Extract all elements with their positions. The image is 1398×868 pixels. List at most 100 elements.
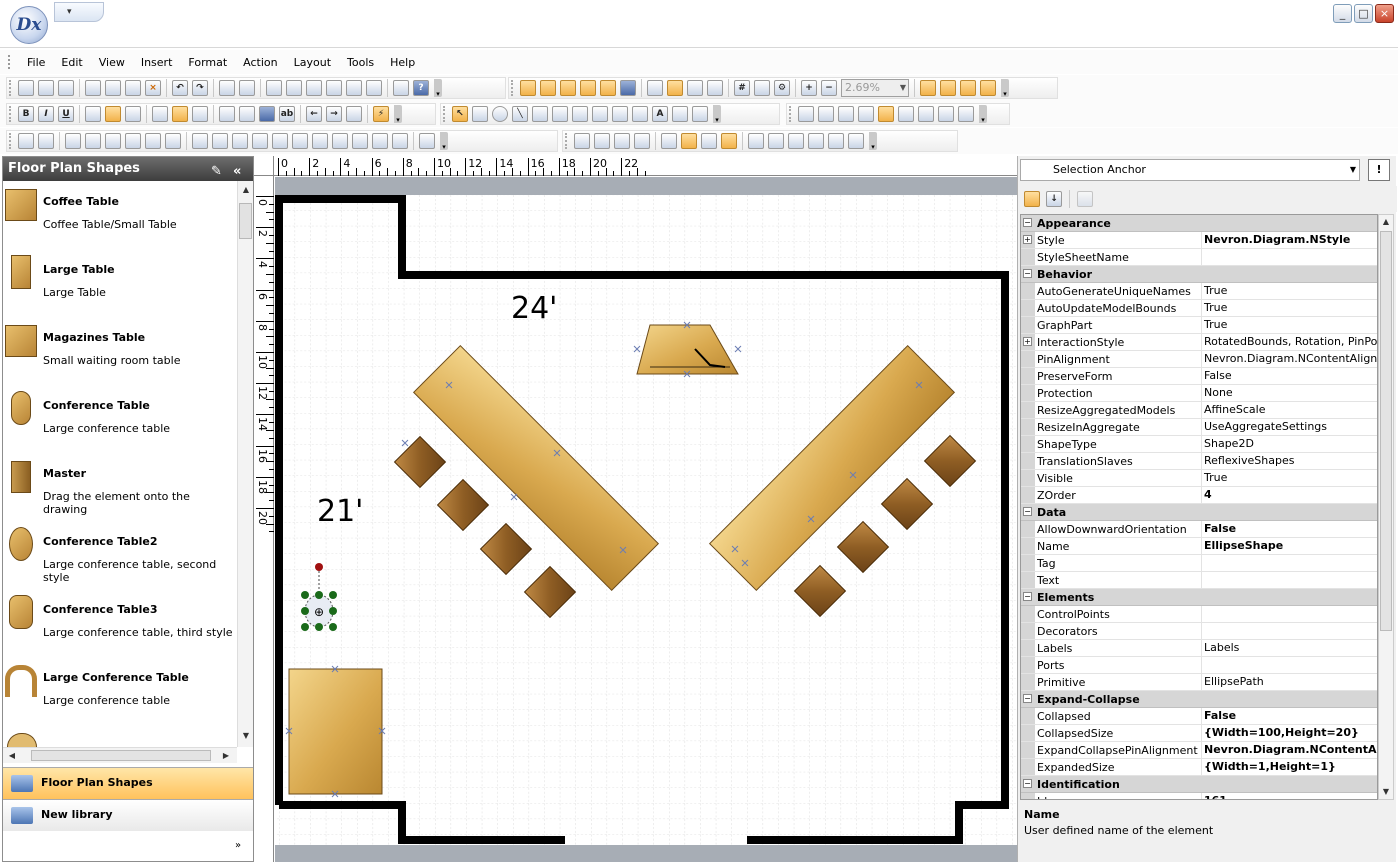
property-row[interactable]: StyleSheetName	[1021, 249, 1377, 266]
export-vml-icon[interactable]	[346, 80, 362, 96]
property-value[interactable]: True	[1201, 470, 1377, 486]
property-row[interactable]: Tag	[1021, 555, 1377, 572]
toolbar-overflow-3[interactable]: ▾	[394, 105, 402, 124]
property-row[interactable]: Ports	[1021, 657, 1377, 674]
vspace-decrease-icon[interactable]	[352, 133, 368, 149]
property-value[interactable]	[1201, 657, 1377, 673]
property-row[interactable]: ExpandCollapsePinAlignment Nevron.Diagram…	[1021, 742, 1377, 759]
valign-middle-icon[interactable]	[172, 106, 188, 122]
property-category[interactable]: − Identification	[1021, 776, 1377, 793]
print-icon[interactable]	[219, 80, 235, 96]
vspace-increase-icon[interactable]	[332, 133, 348, 149]
property-row[interactable]: Name EllipseShape	[1021, 538, 1377, 555]
export-svg-icon[interactable]	[306, 80, 322, 96]
shape-item[interactable]: Conference Table2 Large conference table…	[3, 521, 237, 589]
redo-icon[interactable]: ↷	[192, 80, 208, 96]
center-horiz-icon[interactable]	[372, 133, 388, 149]
library-hscroll-thumb[interactable]	[31, 750, 211, 761]
view-open-icon[interactable]	[818, 106, 834, 122]
toolbar-overflow-5[interactable]: ▾	[979, 105, 987, 124]
close-button[interactable]: ×	[1375, 4, 1394, 23]
lightning-icon[interactable]: ⚡	[373, 106, 389, 122]
gear-icon[interactable]: ⚙	[774, 80, 790, 96]
property-value[interactable]: 161	[1201, 793, 1377, 799]
make-same-size-icon[interactable]	[232, 133, 248, 149]
ungroup-icon[interactable]	[38, 133, 54, 149]
property-value[interactable]: None	[1201, 385, 1377, 401]
property-value[interactable]	[1201, 555, 1377, 571]
property-row[interactable]: Text	[1021, 572, 1377, 589]
export-image-icon[interactable]	[266, 80, 282, 96]
property-row[interactable]: AllowDownwardOrientation False	[1021, 521, 1377, 538]
view-new-icon[interactable]	[798, 106, 814, 122]
property-category[interactable]: − Elements	[1021, 589, 1377, 606]
expand-icon[interactable]: +	[1023, 337, 1032, 346]
panel-pan-icon[interactable]	[898, 106, 914, 122]
closed-curve-tool-icon[interactable]	[612, 106, 628, 122]
library-hscroll[interactable]: ◀ ▶	[3, 747, 237, 763]
property-row[interactable]: ControlPoints	[1021, 606, 1377, 623]
property-value[interactable]: Nevron.Diagram.NContentAlignm	[1201, 742, 1377, 758]
view-save-icon[interactable]	[838, 106, 854, 122]
make-same-height-icon[interactable]	[212, 133, 228, 149]
property-category[interactable]: − Behavior	[1021, 266, 1377, 283]
menu-layout[interactable]: Layout	[286, 56, 339, 69]
text-style-icon[interactable]: ab	[279, 106, 295, 122]
property-row[interactable]: Collapsed False	[1021, 708, 1377, 725]
property-category[interactable]: − Appearance	[1021, 215, 1377, 232]
paste-icon[interactable]	[125, 80, 141, 96]
rotate-right-icon[interactable]	[634, 133, 650, 149]
expand-icon[interactable]: +	[1023, 235, 1032, 244]
align-center-icon[interactable]	[105, 106, 121, 122]
property-row[interactable]: PinAlignment Nevron.Diagram.NContentAlign…	[1021, 351, 1377, 368]
property-row[interactable]: Primitive EllipsePath	[1021, 674, 1377, 691]
selected-object-combo[interactable]: Selection Anchor	[1020, 159, 1360, 181]
property-scrollbar[interactable]: ▲ ▼	[1378, 214, 1394, 800]
expand-tabs-icon[interactable]: »	[235, 840, 241, 851]
fit-page-icon[interactable]	[960, 80, 976, 96]
shape-item[interactable]: Conference Table Large conference table	[3, 385, 237, 453]
menu-file[interactable]: File	[19, 56, 53, 69]
property-value[interactable]: {Width=100,Height=20}	[1201, 725, 1377, 741]
restore-button[interactable]: □	[1354, 4, 1373, 23]
save-icon[interactable]	[58, 80, 74, 96]
auto-layout-icon[interactable]	[419, 133, 435, 149]
center-vert-icon[interactable]	[392, 133, 408, 149]
menu-edit[interactable]: Edit	[53, 56, 90, 69]
property-row[interactable]: + Style Nevron.Diagram.NStyle	[1021, 232, 1377, 249]
snap-icon[interactable]	[580, 80, 596, 96]
property-value[interactable]: 4	[1201, 487, 1377, 503]
property-row[interactable]: Decorators	[1021, 623, 1377, 640]
menu-insert[interactable]: Insert	[133, 56, 181, 69]
library-scroll-thumb[interactable]	[239, 203, 252, 239]
open-folder-icon[interactable]	[38, 80, 54, 96]
cut-icon[interactable]	[85, 80, 101, 96]
pan-icon[interactable]	[920, 80, 936, 96]
align-middles-icon[interactable]	[145, 133, 161, 149]
grid-settings-icon[interactable]: #	[734, 80, 750, 96]
underline-icon[interactable]: U	[58, 106, 74, 122]
panel-status-icon[interactable]	[958, 106, 974, 122]
alphabetical-icon[interactable]: ↓	[1046, 191, 1062, 207]
property-value[interactable]	[1201, 249, 1377, 265]
property-value[interactable]: True	[1201, 300, 1377, 316]
view-props-icon[interactable]	[858, 106, 874, 122]
property-category[interactable]: − Expand-Collapse	[1021, 691, 1377, 708]
polygon-tool-icon[interactable]	[592, 106, 608, 122]
zoom-out-icon[interactable]: −	[821, 80, 837, 96]
property-value[interactable]: False	[1201, 521, 1377, 537]
property-grid[interactable]: − Appearance + Style Nevron.Diagram.NStyle St…	[1020, 214, 1378, 800]
rectangle-tool-icon[interactable]	[472, 106, 488, 122]
property-row[interactable]: + InteractionStyle RotatedBounds, Rotation…	[1021, 334, 1377, 351]
shadow-icon[interactable]	[259, 106, 275, 122]
property-value[interactable]: True	[1201, 317, 1377, 333]
help-icon[interactable]: ?	[413, 80, 429, 96]
property-scroll-thumb[interactable]	[1380, 231, 1392, 631]
quick-access-toolbar[interactable]: ▾	[54, 2, 104, 22]
space-increase-icon[interactable]	[272, 133, 288, 149]
property-row[interactable]: ExpandedSize {Width=1,Height=1}	[1021, 759, 1377, 776]
valign-top-icon[interactable]	[152, 106, 168, 122]
italic-icon[interactable]: I	[38, 106, 54, 122]
menu-help[interactable]: Help	[382, 56, 423, 69]
zoom-window-icon[interactable]	[940, 80, 956, 96]
